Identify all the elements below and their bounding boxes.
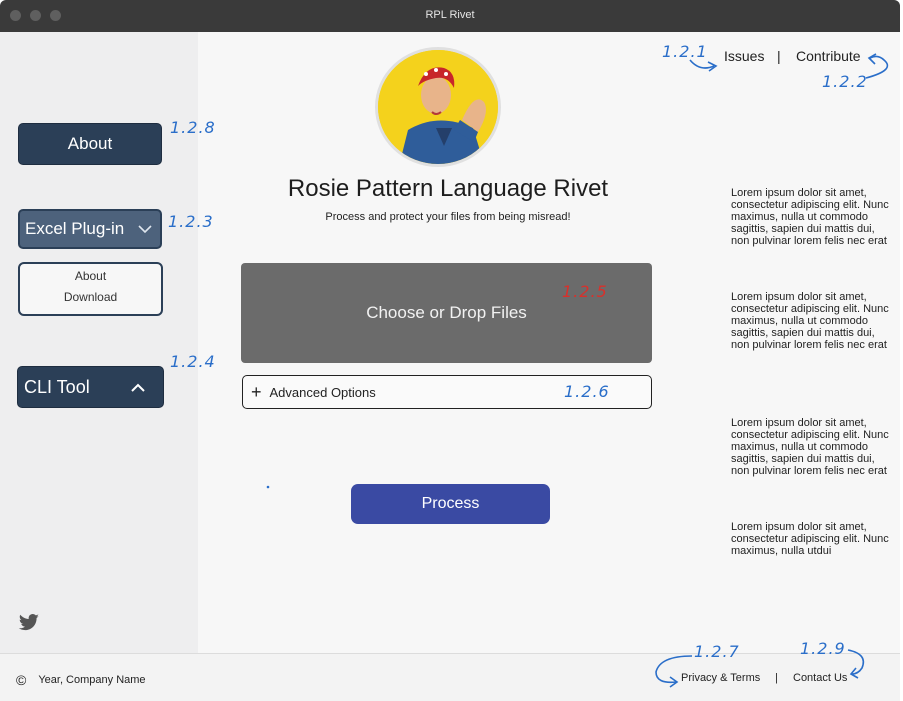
contribute-link[interactable]: Contribute (796, 48, 861, 64)
dropzone-label: Choose or Drop Files (366, 303, 527, 322)
app-subtitle: Process and protect your files from bein… (325, 211, 571, 223)
annotation-1-2-8: 1.2.8 (170, 118, 216, 137)
annotation-1-2-5: 1.2.5 (562, 282, 608, 301)
excel-dropdown-item-download[interactable]: Download (20, 290, 161, 304)
app-window: RPL Rivet About Excel Plug-in About Down… (0, 0, 900, 701)
about-button-label: About (67, 134, 113, 153)
info-text-block: Lorem ipsum dolor sit amet, consectetur … (731, 187, 889, 247)
annotation-1-2-4: 1.2.4 (170, 352, 216, 371)
rosie-avatar (375, 47, 501, 167)
file-dropzone[interactable]: Choose or Drop Files (241, 263, 652, 363)
sidebar: About Excel Plug-in About Download CLI T… (0, 32, 198, 653)
footer: © Year, Company Name Privacy & Terms | C… (0, 653, 900, 701)
cli-tool-button[interactable]: CLI Tool (17, 366, 164, 408)
info-text-block: Lorem ipsum dolor sit amet, consectetur … (731, 417, 889, 477)
plus-icon: + (251, 382, 262, 402)
process-button[interactable]: Process (351, 484, 550, 524)
annotation-1-2-7: 1.2.7 (694, 642, 740, 661)
excel-plugin-label: Excel Plug-in (25, 219, 125, 238)
title-bar: RPL Rivet (0, 0, 900, 32)
twitter-icon[interactable] (18, 614, 40, 632)
issues-link[interactable]: Issues (724, 48, 764, 64)
chevron-down-icon (138, 224, 152, 233)
copyright: © Year, Company Name (16, 672, 146, 688)
advanced-options-label: Advanced Options (269, 384, 376, 400)
footer-links-separator: | (775, 672, 778, 684)
chevron-up-icon (131, 383, 145, 392)
cli-tool-label: CLI Tool (24, 376, 90, 397)
excel-plugin-dropdown: About Download (18, 262, 163, 316)
contact-us-link[interactable]: Contact Us (793, 672, 847, 684)
info-text-block: Lorem ipsum dolor sit amet, consectetur … (731, 521, 889, 557)
main-panel: Rosie Pattern Language Rivet Process and… (198, 32, 900, 653)
excel-dropdown-item-about[interactable]: About (20, 269, 161, 283)
annotation-1-2-1: 1.2.1 (662, 42, 708, 61)
annotation-1-2-6: 1.2.6 (564, 382, 610, 401)
rosie-illustration (378, 50, 498, 164)
process-button-label: Process (421, 495, 480, 512)
excel-plugin-button[interactable]: Excel Plug-in (18, 209, 162, 249)
annotation-1-2-9: 1.2.9 (800, 639, 846, 658)
app-title: Rosie Pattern Language Rivet (287, 175, 609, 202)
annotation-1-2-3: 1.2.3 (168, 212, 214, 231)
privacy-terms-link[interactable]: Privacy & Terms (681, 672, 760, 684)
copyright-icon: © (16, 672, 27, 688)
window-title: RPL Rivet (425, 9, 475, 21)
about-button[interactable]: About (18, 123, 162, 165)
copyright-text: Year, Company Name (38, 674, 146, 686)
top-links-separator: | (777, 48, 781, 64)
info-text-block: Lorem ipsum dolor sit amet, consectetur … (731, 291, 889, 351)
annotation-1-2-2: 1.2.2 (822, 72, 868, 91)
